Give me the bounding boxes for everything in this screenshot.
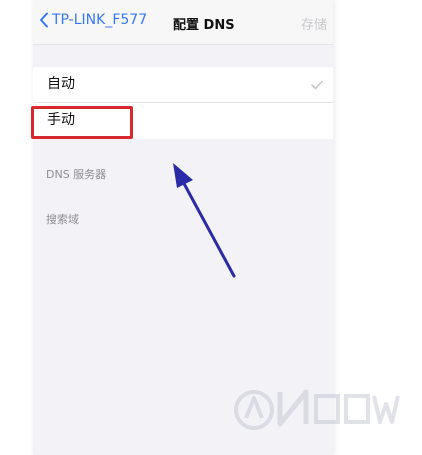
checkmark-icon [311, 67, 323, 102]
navigation-bar: TP-LINK_F577 配置 DNS 存储 [33, 0, 333, 45]
dns-servers-section-header: DNS 服务器 [46, 168, 107, 181]
screenshot-canvas: TP-LINK_F577 配置 DNS 存储 自动 手动 DNS 服务器 搜索域 [0, 0, 422, 455]
option-automatic-label: 自动 [47, 76, 75, 92]
option-manual-label: 手动 [47, 112, 75, 128]
search-domains-section-header: 搜索域 [46, 213, 79, 226]
option-automatic[interactable]: 自动 [33, 67, 333, 102]
page-title: 配置 DNS [173, 18, 235, 33]
option-manual[interactable]: 手动 [33, 102, 333, 138]
back-button-label: TP-LINK_F577 [52, 12, 148, 28]
watermark-logo [234, 389, 400, 430]
chevron-left-icon [40, 12, 48, 28]
back-button[interactable]: TP-LINK_F577 [39, 12, 147, 28]
save-button[interactable]: 存储 [301, 14, 327, 33]
dns-mode-group: 自动 手动 [33, 67, 333, 139]
